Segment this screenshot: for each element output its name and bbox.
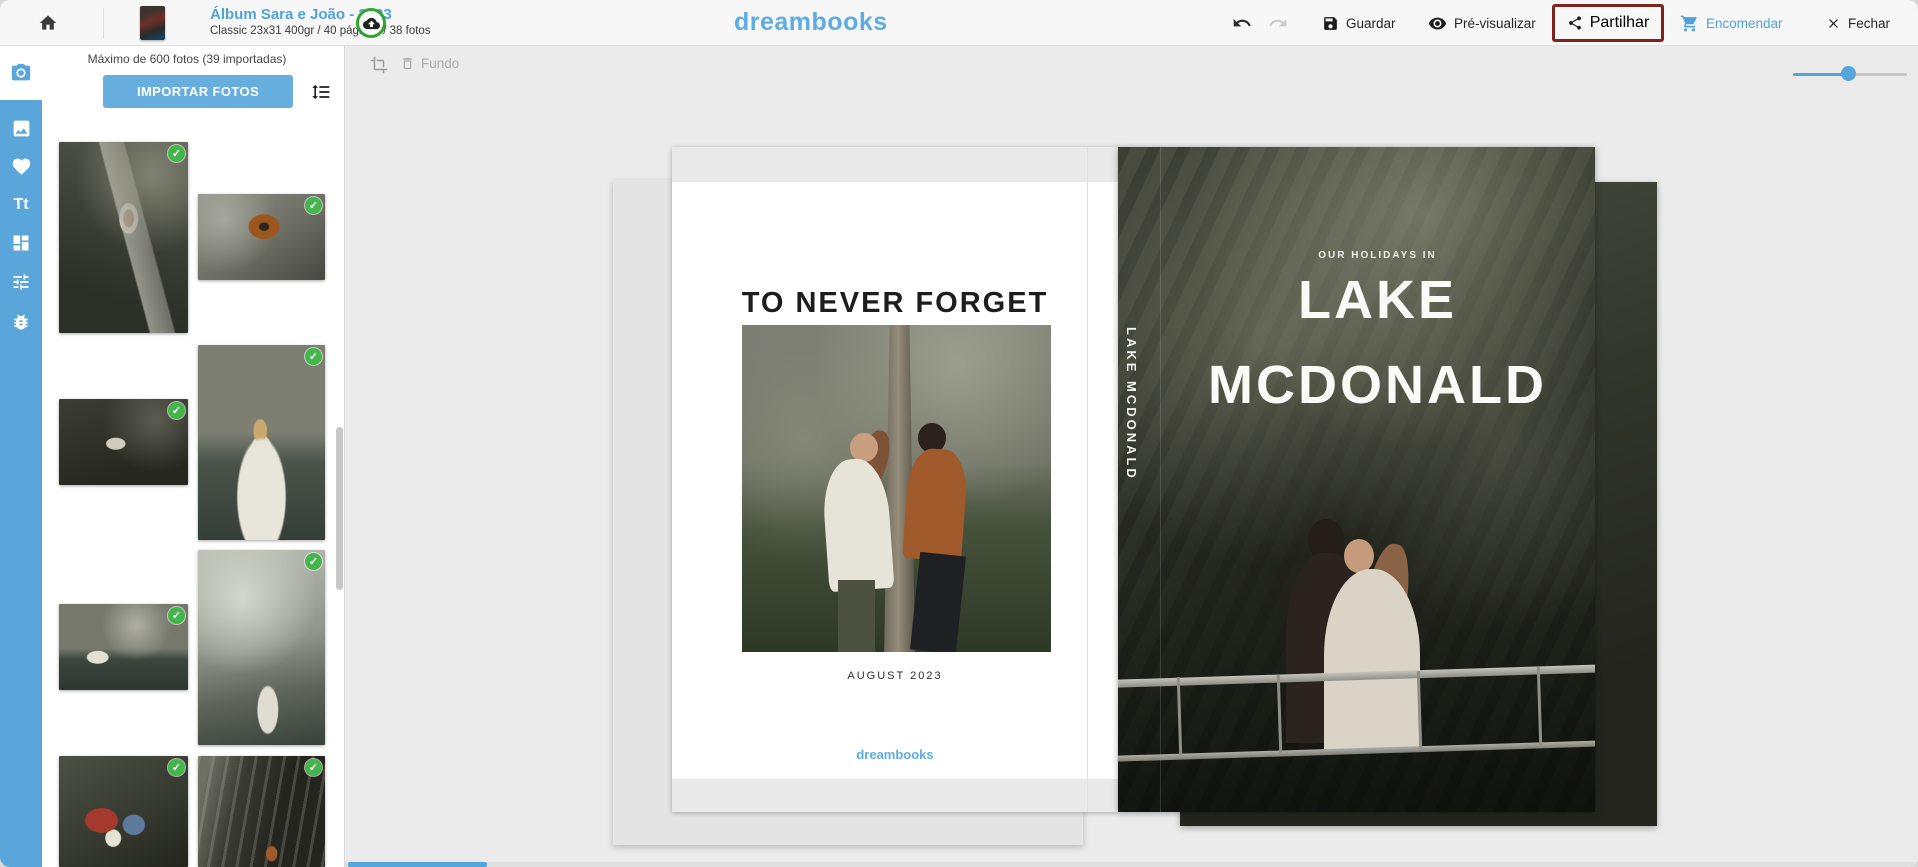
order-label: Encomendar	[1706, 16, 1783, 31]
close-label: Fechar	[1848, 16, 1890, 31]
front-cover-title-line1[interactable]: LAKE	[1160, 269, 1595, 331]
back-cover-photo[interactable]	[742, 325, 1051, 652]
spine-title[interactable]: LAKE MCDONALD	[1124, 327, 1139, 627]
man-figure	[910, 552, 966, 652]
crop-icon	[370, 56, 388, 74]
save-button[interactable]: Guardar	[1322, 0, 1396, 46]
woman-figure	[838, 580, 875, 652]
preview-button[interactable]: Pré-visualizar	[1428, 0, 1536, 46]
import-photos-button[interactable]: IMPORTAR FOTOS	[103, 75, 293, 108]
sidebar-item-stickers[interactable]	[0, 300, 42, 344]
home-icon	[38, 13, 58, 33]
sort-photos-button[interactable]	[308, 80, 334, 104]
background-tool-label: Fundo	[421, 56, 459, 71]
photo-thumbnail[interactable]: ✓	[59, 604, 188, 690]
panel-scrollbar[interactable]	[336, 427, 343, 590]
photo-thumbnail[interactable]: ✓	[59, 399, 188, 485]
check-badge-icon: ✓	[305, 553, 322, 570]
album-subtitle: Classic 23x31 400gr / 40 páginas / 38 fo…	[210, 24, 431, 39]
man-figure	[902, 447, 968, 562]
trash-icon	[400, 56, 415, 71]
sidebar-item-layouts[interactable]	[0, 221, 42, 265]
editor-canvas: Fundo TO NEVER FORGET	[345, 46, 1918, 867]
back-cover-date[interactable]: AUGUST 2023	[672, 670, 1118, 682]
share-button-highlight: Partilhar	[1552, 4, 1664, 42]
photo-thumbnail[interactable]: ✓	[198, 345, 325, 540]
spine-fold-line	[1160, 147, 1161, 812]
save-label: Guardar	[1346, 16, 1396, 31]
photo-limit-text: Máximo de 600 fotos (39 importadas)	[42, 52, 332, 66]
front-cover-kicker[interactable]: OUR HOLIDAYS IN	[1160, 250, 1595, 261]
background-tool-button[interactable]: Fundo	[400, 56, 459, 71]
close-button[interactable]: Fechar	[1826, 0, 1890, 46]
check-badge-icon: ✓	[305, 197, 322, 214]
preview-label: Pré-visualizar	[1454, 16, 1536, 31]
zoom-slider-thumb[interactable]	[1841, 66, 1856, 81]
check-badge-icon: ✓	[168, 145, 185, 162]
toolbar-divider	[103, 8, 104, 38]
dreambooks-logo: dreambooks	[734, 8, 888, 37]
photo-panel: Máximo de 600 fotos (39 importadas) IMPO…	[42, 46, 345, 867]
top-toolbar: Álbum Sara e João - 2023 Classic 23x31 4…	[0, 0, 1918, 46]
image-icon	[11, 118, 32, 139]
text-icon: Tt	[13, 196, 28, 214]
bug-icon	[11, 312, 31, 332]
album-title: Álbum Sara e João - 2023	[210, 6, 431, 24]
book-front-cover[interactable]: LAKE MCDONALD OUR HOLIDAYS IN LAKE MCDON…	[1118, 147, 1595, 812]
photo-thumbnail[interactable]: ✓	[198, 756, 325, 867]
tune-icon	[11, 272, 31, 292]
close-icon	[1826, 16, 1841, 31]
crop-tool-button[interactable]	[370, 56, 388, 79]
layout-icon	[11, 233, 31, 253]
photo-thumbnail[interactable]: ✓	[59, 756, 188, 867]
photo-thumbnail[interactable]: ✓	[198, 194, 325, 280]
photo-thumbnail[interactable]: ✓	[59, 142, 188, 333]
sidebar-item-adjustments[interactable]	[0, 260, 42, 304]
check-badge-icon: ✓	[168, 759, 185, 776]
zoom-slider[interactable]	[1793, 66, 1907, 82]
check-badge-icon: ✓	[305, 348, 322, 365]
page-bleed-top	[672, 147, 1118, 182]
redo-icon	[1268, 13, 1288, 33]
home-button[interactable]	[38, 0, 58, 46]
woman-figure	[821, 457, 895, 592]
heart-icon	[11, 156, 32, 177]
page-bleed-bottom	[672, 779, 1118, 812]
check-badge-icon: ✓	[168, 607, 185, 624]
sidebar-item-photos[interactable]	[0, 46, 42, 100]
share-label[interactable]: Partilhar	[1590, 14, 1650, 32]
save-icon	[1322, 15, 1339, 32]
cart-icon	[1680, 14, 1699, 33]
redo-button[interactable]	[1268, 0, 1288, 46]
canvas-horizontal-scrollbar[interactable]	[345, 862, 1918, 867]
front-cover-title-line2[interactable]: MCDONALD	[1160, 354, 1595, 416]
cloud-upload-icon	[363, 15, 380, 32]
back-cover-brand: dreambooks	[672, 747, 1118, 762]
undo-icon	[1232, 13, 1252, 33]
woman-figure	[850, 433, 878, 462]
scrollbar-thumb[interactable]	[348, 862, 487, 867]
album-cover-thumbnail	[140, 6, 165, 40]
back-cover-title[interactable]: TO NEVER FORGET	[672, 287, 1118, 320]
eye-icon	[1428, 14, 1447, 33]
page-hinge-line	[1087, 147, 1088, 812]
woman-figure	[1344, 539, 1374, 573]
app-window: Álbum Sara e João - 2023 Classic 23x31 4…	[0, 0, 1918, 867]
undo-button[interactable]	[1232, 0, 1252, 46]
woman-figure	[1324, 569, 1420, 749]
sort-icon	[311, 82, 331, 102]
camera-icon	[10, 62, 32, 84]
share-icon[interactable]	[1567, 15, 1583, 31]
tool-rail: Tt	[0, 46, 42, 867]
check-badge-icon: ✓	[305, 759, 322, 776]
photo-thumbnail[interactable]: ✓	[198, 550, 325, 745]
cloud-sync-button[interactable]	[356, 8, 386, 38]
album-meta: Álbum Sara e João - 2023 Classic 23x31 4…	[210, 6, 431, 39]
book-back-cover[interactable]: TO NEVER FORGET AUGUST 2023 dreambooks	[672, 147, 1118, 812]
check-badge-icon: ✓	[168, 402, 185, 419]
order-button[interactable]: Encomendar	[1680, 0, 1783, 46]
sidebar-item-favorites[interactable]	[0, 144, 42, 188]
zoom-slider-fill	[1793, 73, 1848, 76]
